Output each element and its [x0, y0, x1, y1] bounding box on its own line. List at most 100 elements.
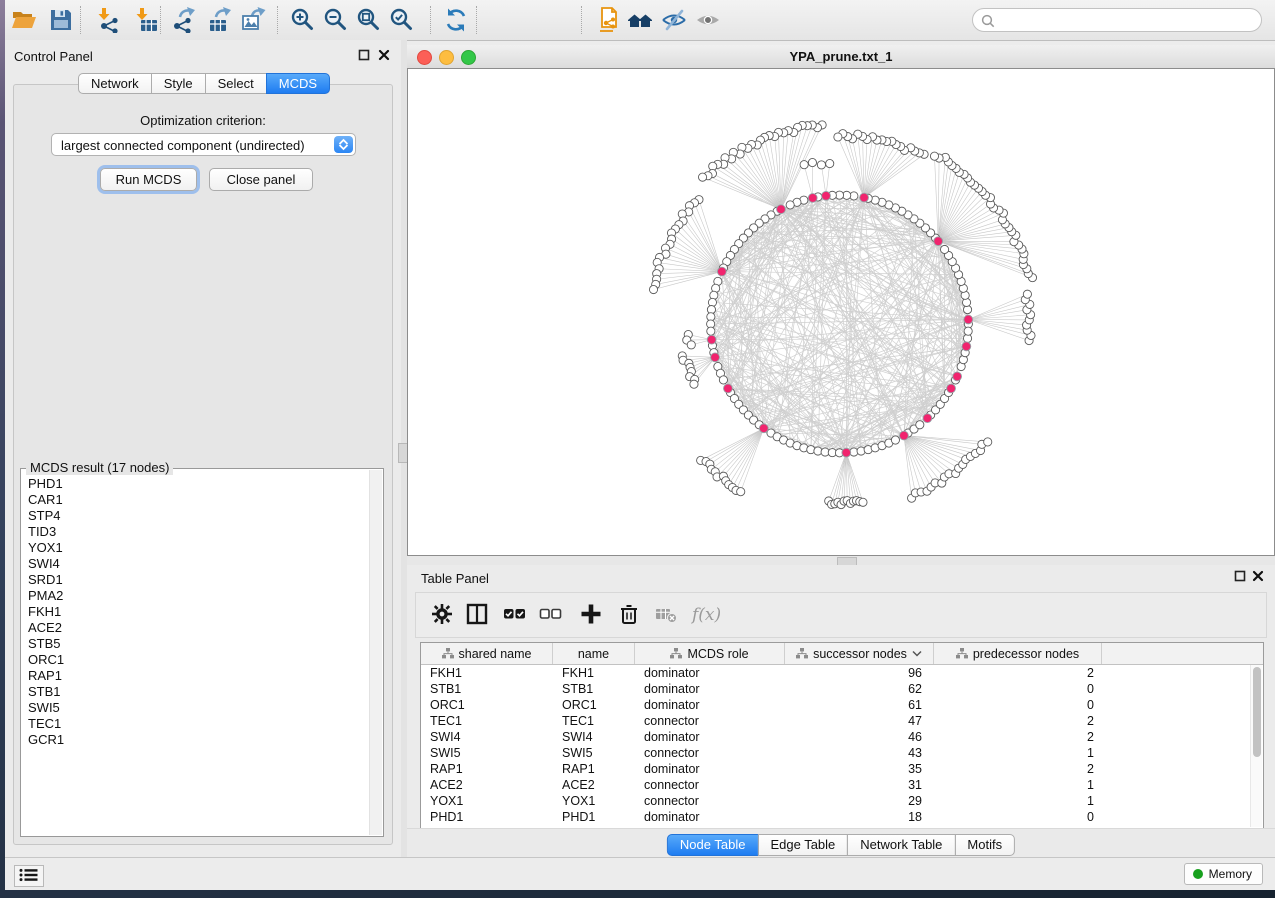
graph-hub-node[interactable]: [822, 191, 831, 200]
memory-button[interactable]: Memory: [1184, 863, 1263, 885]
graph-hub-node[interactable]: [953, 372, 962, 381]
table-row[interactable]: RAP1RAP1dominator352: [421, 761, 1263, 777]
import-table-icon[interactable]: [133, 7, 159, 33]
graph-hub-node[interactable]: [900, 431, 909, 440]
table-settings-icon[interactable]: [430, 602, 454, 626]
table-row[interactable]: PHD1PHD1dominator180: [421, 809, 1263, 825]
refresh-view-icon[interactable]: [443, 7, 469, 33]
open-file-icon[interactable]: [11, 7, 37, 33]
delete-rows-icon[interactable]: [617, 602, 641, 626]
table-row[interactable]: ORC1ORC1dominator610: [421, 697, 1263, 713]
search-box[interactable]: [972, 8, 1262, 32]
mcds-result-item[interactable]: ORC1: [28, 652, 363, 668]
graph-hub-node[interactable]: [964, 315, 973, 324]
graph-node[interactable]: [834, 133, 842, 141]
graph-hub-node[interactable]: [842, 448, 851, 457]
task-history-button[interactable]: [14, 865, 44, 887]
graph-node[interactable]: [737, 488, 745, 496]
hide-selected-icon[interactable]: [661, 7, 687, 33]
graph-hub-node[interactable]: [724, 384, 733, 393]
graph-hub-node[interactable]: [707, 335, 716, 344]
table-row[interactable]: FKH1FKH1dominator962: [421, 665, 1263, 681]
deselect-all-icon[interactable]: [539, 602, 563, 626]
mcds-result-item[interactable]: RAP1: [28, 668, 363, 684]
delete-table-icon[interactable]: [654, 602, 678, 626]
graph-hub-node[interactable]: [777, 205, 786, 214]
mcds-result-item[interactable]: SWI5: [28, 700, 363, 716]
network-view[interactable]: [407, 68, 1275, 556]
float-panel-icon[interactable]: [1234, 570, 1246, 582]
tab-network[interactable]: Network: [78, 73, 152, 94]
scrollbar-thumb[interactable]: [1253, 667, 1261, 757]
column-header-mcds-role[interactable]: MCDS role: [635, 643, 785, 664]
graph-hub-node[interactable]: [947, 384, 956, 393]
graph-node[interactable]: [826, 159, 834, 167]
column-header-predecessor-nodes[interactable]: predecessor nodes: [934, 643, 1102, 664]
mcds-result-item[interactable]: TEC1: [28, 716, 363, 732]
mcds-result-item[interactable]: PHD1: [28, 476, 363, 492]
tab-network-table[interactable]: Network Table: [847, 834, 955, 856]
clone-network-icon[interactable]: [597, 7, 623, 33]
close-panel-icon[interactable]: [378, 49, 390, 61]
mcds-result-item[interactable]: STP4: [28, 508, 363, 524]
criterion-dropdown[interactable]: largest connected component (undirected): [51, 133, 356, 156]
mcds-result-item[interactable]: YOX1: [28, 540, 363, 556]
graph-node[interactable]: [817, 161, 825, 169]
mcds-result-item[interactable]: TID3: [28, 524, 363, 540]
mcds-result-item[interactable]: PMA2: [28, 588, 363, 604]
graph-hub-node[interactable]: [934, 237, 943, 246]
table-row[interactable]: SWI4SWI4dominator462: [421, 729, 1263, 745]
graph-node[interactable]: [808, 158, 816, 166]
show-all-icon[interactable]: [695, 7, 721, 33]
table-row[interactable]: ACE2ACE2connector311: [421, 777, 1263, 793]
zoom-in-icon[interactable]: [290, 7, 316, 33]
run-mcds-button[interactable]: Run MCDS: [100, 168, 197, 191]
table-row[interactable]: STB1STB1dominator620: [421, 681, 1263, 697]
graph-node[interactable]: [859, 498, 867, 506]
mcds-result-item[interactable]: STB5: [28, 636, 363, 652]
table-row[interactable]: YOX1YOX1connector291: [421, 793, 1263, 809]
graph-hub-node[interactable]: [711, 353, 720, 362]
graph-node[interactable]: [707, 327, 715, 335]
graph-hub-node[interactable]: [717, 267, 726, 276]
select-all-icon[interactable]: [503, 602, 527, 626]
graph-hub-node[interactable]: [808, 194, 817, 203]
export-table-icon[interactable]: [206, 7, 232, 33]
search-input[interactable]: [1001, 10, 1253, 32]
column-header-successor-nodes[interactable]: successor nodes: [785, 643, 934, 664]
table-row[interactable]: TEC1TEC1connector472: [421, 713, 1263, 729]
graph-node[interactable]: [930, 152, 938, 160]
graph-hub-node[interactable]: [860, 193, 869, 202]
tab-node-table[interactable]: Node Table: [667, 834, 759, 856]
show-columns-icon[interactable]: [465, 602, 489, 626]
graph-node[interactable]: [800, 161, 808, 169]
mcds-result-item[interactable]: ACE2: [28, 620, 363, 636]
column-header-name[interactable]: name: [553, 643, 635, 664]
zoom-selected-icon[interactable]: [389, 7, 415, 33]
graph-node[interactable]: [891, 436, 899, 444]
zoom-fit-icon[interactable]: [356, 7, 382, 33]
zoom-out-icon[interactable]: [323, 7, 349, 33]
graph-node[interactable]: [649, 285, 657, 293]
save-session-icon[interactable]: [48, 7, 74, 33]
close-panel-button[interactable]: Close panel: [209, 168, 313, 191]
tab-mcds[interactable]: MCDS: [266, 73, 330, 94]
mcds-result-item[interactable]: SRD1: [28, 572, 363, 588]
mcds-result-item[interactable]: GCR1: [28, 732, 363, 748]
horizontal-splitter[interactable]: [407, 556, 1275, 565]
close-panel-icon[interactable]: [1252, 570, 1264, 582]
first-neighbors-icon[interactable]: [627, 7, 653, 33]
function-builder-icon[interactable]: f(x): [690, 602, 724, 626]
tab-style[interactable]: Style: [151, 73, 206, 94]
tab-select[interactable]: Select: [205, 73, 267, 94]
mcds-result-item[interactable]: STB1: [28, 684, 363, 700]
graph-hub-node[interactable]: [923, 414, 932, 423]
import-network-icon[interactable]: [95, 7, 121, 33]
graph-node[interactable]: [786, 201, 794, 209]
graph-node[interactable]: [719, 376, 727, 384]
graph-node[interactable]: [964, 327, 972, 335]
graph-node[interactable]: [1023, 290, 1031, 298]
table-scrollbar[interactable]: [1250, 665, 1262, 827]
column-header-shared-name[interactable]: shared name: [421, 643, 553, 664]
graph-node[interactable]: [690, 380, 698, 388]
